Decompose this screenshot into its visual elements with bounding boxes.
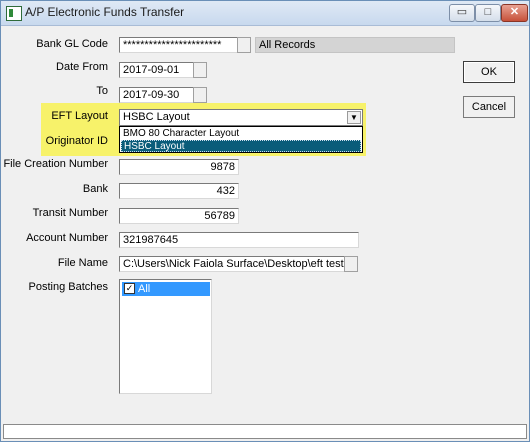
date-from-picker[interactable] [193, 62, 207, 78]
account-number-field[interactable]: 321987645 [119, 232, 359, 248]
list-item[interactable]: ✓ All [122, 282, 210, 296]
bank-gl-code-scope: All Records [255, 37, 455, 53]
bank-field[interactable]: 432 [119, 183, 239, 199]
title-bar: A/P Electronic Funds Transfer ▭ □ ✕ [1, 1, 529, 26]
eft-layout-dropdown[interactable]: HSBC Layout ▼ [119, 109, 363, 126]
date-to-label: To [96, 85, 108, 97]
date-from-field[interactable]: 2017-09-01 [119, 62, 195, 78]
originator-id-label: Originator ID [45, 135, 108, 147]
file-creation-number-field[interactable]: 9878 [119, 159, 239, 175]
account-number-label: Account Number [26, 232, 108, 244]
date-to-picker[interactable] [193, 87, 207, 103]
window-title: A/P Electronic Funds Transfer [25, 5, 185, 19]
date-from-label: Date From [56, 61, 108, 73]
eft-window: A/P Electronic Funds Transfer ▭ □ ✕ Bank… [0, 0, 530, 442]
eft-layout-value: HSBC Layout [123, 111, 190, 123]
file-name-browse[interactable] [344, 256, 358, 272]
option-bmo-80[interactable]: BMO 80 Character Layout [121, 128, 361, 140]
close-button[interactable]: ✕ [501, 4, 528, 22]
bank-gl-code-lookup[interactable] [237, 37, 251, 53]
list-item-label: All [138, 283, 151, 295]
cancel-button[interactable]: Cancel [463, 96, 515, 118]
transit-number-field[interactable]: 56789 [119, 208, 239, 224]
ok-button[interactable]: OK [463, 61, 515, 83]
file-name-label: File Name [57, 257, 108, 269]
transit-number-label: Transit Number [32, 207, 108, 219]
date-to-field[interactable]: 2017-09-30 [119, 87, 195, 103]
minimize-button[interactable]: ▭ [449, 4, 475, 22]
file-name-field[interactable]: C:\Users\Nick Faiola Surface\Desktop\eft… [119, 256, 345, 272]
eft-layout-options: BMO 80 Character Layout HSBC Layout [119, 126, 363, 153]
checkmark-icon[interactable]: ✓ [124, 283, 135, 294]
bank-label: Bank [82, 183, 108, 195]
eft-layout-label: EFT Layout [51, 110, 108, 122]
option-hsbc[interactable]: HSBC Layout [121, 140, 361, 152]
bank-gl-code-field[interactable]: *********************** [119, 37, 239, 53]
app-icon [6, 6, 22, 21]
posting-batches-label: Posting Batches [28, 281, 109, 293]
maximize-button[interactable]: □ [475, 4, 501, 22]
posting-batches-list[interactable]: ✓ All [119, 279, 212, 394]
status-bar [3, 424, 527, 439]
file-creation-number-label: File Creation Number [3, 158, 108, 170]
chevron-down-icon[interactable]: ▼ [347, 111, 361, 124]
bank-gl-code-label: Bank GL Code [36, 38, 108, 50]
